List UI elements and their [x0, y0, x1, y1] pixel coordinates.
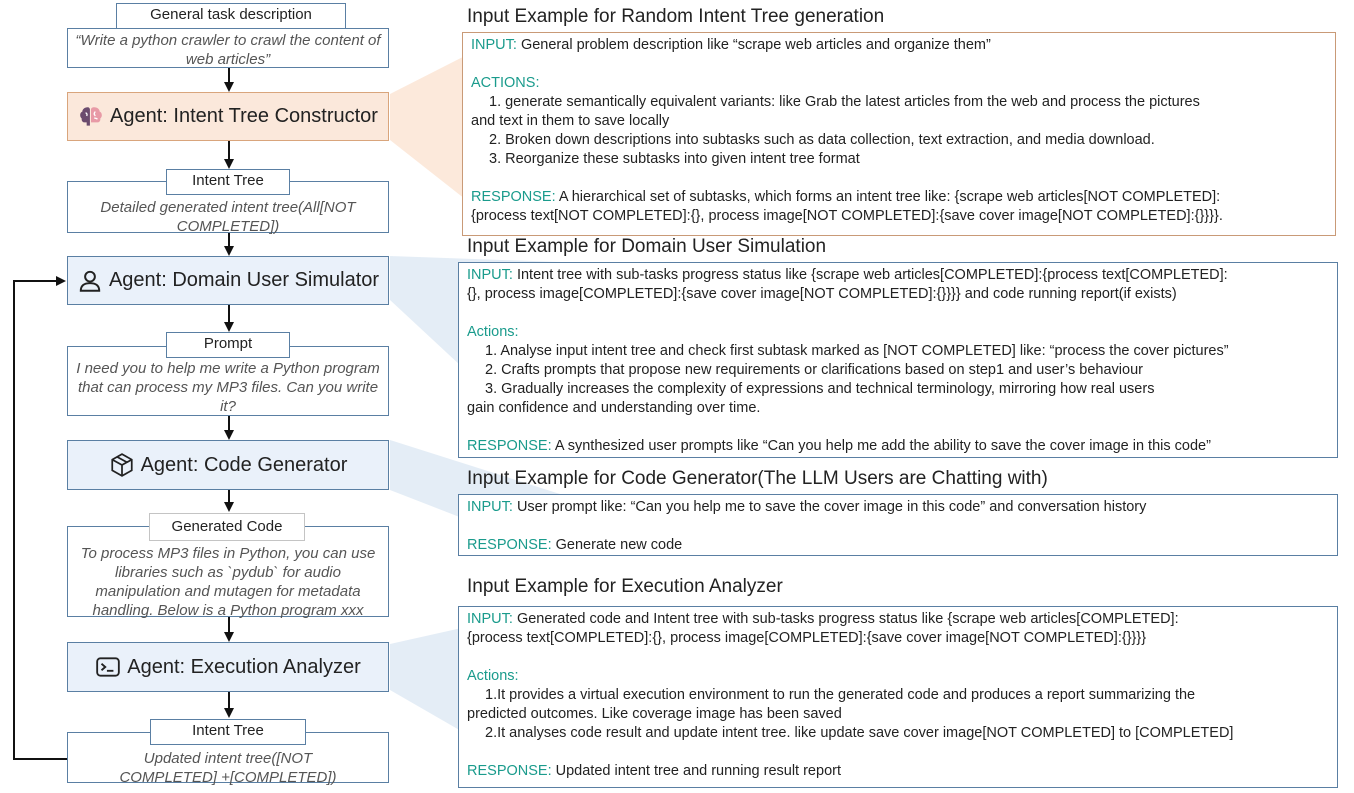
input-keyword: INPUT:: [471, 37, 517, 53]
input-keyword: INPUT:: [467, 499, 513, 515]
action-2: 2. Crafts prompts that propose new requi…: [485, 362, 1143, 378]
response-text: A synthesized user prompts like “Can you…: [551, 438, 1211, 454]
response-keyword: RESPONSE:: [467, 537, 552, 553]
action-3: 3. Gradually increases the complexity of…: [485, 381, 1155, 397]
input-keyword: INPUT:: [467, 267, 513, 283]
domain-user-simulator-label: Agent: Domain User Simulator: [108, 269, 380, 291]
prompt-label: Prompt: [166, 332, 290, 358]
action-1-cont: predicted outcomes. Like coverage image …: [467, 706, 842, 722]
user-icon: [79, 270, 101, 292]
intent-tree-constructor-label: Agent: Intent Tree Constructor: [110, 105, 378, 127]
exec-panel: INPUT: Generated code and Intent tree wi…: [458, 606, 1338, 788]
action-1: 1. Analyse input intent tree and check f…: [485, 343, 1229, 359]
code-gen-panel: INPUT: User prompt like: “Can you help m…: [458, 494, 1338, 556]
action-1-cont: and text in them to save locally: [471, 113, 670, 129]
updated-intent-tree-label: Intent Tree: [150, 719, 306, 745]
response-text-cont: {process text[NOT COMPLETED]:{}, process…: [471, 208, 1223, 224]
input-text: Intent tree with sub-tasks progress stat…: [512, 267, 1228, 283]
task-description-text: “Write a python crawler to crawl the con…: [67, 28, 389, 68]
feedback-loop-arrow: [13, 276, 67, 760]
intent-tree-constructor-agent: Agent: Intent Tree Constructor: [67, 92, 389, 141]
user-sim-panel: INPUT: Intent tree with sub-tasks progre…: [458, 262, 1338, 458]
terminal-icon: [96, 657, 121, 677]
response-keyword: RESPONSE:: [471, 189, 556, 205]
actions-keyword: ACTIONS:: [471, 75, 540, 91]
action-1: 1.It provides a virtual execution enviro…: [485, 687, 1196, 703]
user-sim-title: Input Example for Domain User Simulation: [467, 236, 827, 257]
domain-user-simulator-agent: Agent: Domain User Simulator: [67, 256, 389, 305]
cube-icon: [110, 453, 133, 477]
input-text: User prompt like: “Can you help me to sa…: [512, 499, 1147, 515]
response-keyword: RESPONSE:: [467, 763, 552, 779]
response-text: Updated intent tree and running result r…: [551, 763, 841, 779]
response-text: Generate new code: [551, 537, 683, 553]
execution-analyzer-label: Agent: Execution Analyzer: [127, 655, 361, 678]
code-gen-title: Input Example for Code Generator(The LLM…: [467, 468, 1048, 489]
input-text-cont: {process text[COMPLETED]:{}, process ima…: [467, 630, 1147, 646]
actions-keyword: Actions:: [467, 668, 519, 684]
response-text: A hierarchical set of subtasks, which fo…: [555, 189, 1221, 205]
action-1: 1. generate semantically equivalent vari…: [489, 94, 1200, 110]
random-tree-panel: INPUT: General problem description like …: [462, 32, 1336, 236]
input-text: General problem description like “scrape…: [516, 37, 991, 53]
brain-icon: [80, 106, 102, 126]
input-text-cont: {}, process image[COMPLETED]:{save cover…: [467, 286, 1177, 302]
response-keyword: RESPONSE:: [467, 438, 552, 454]
input-text: Generated code and Intent tree with sub-…: [512, 611, 1179, 627]
action-3-cont: gain confidence and understanding over t…: [467, 400, 761, 416]
random-tree-title: Input Example for Random Intent Tree gen…: [467, 6, 885, 27]
generated-code-label: Generated Code: [149, 513, 305, 541]
intent-tree-label: Intent Tree: [166, 169, 290, 195]
action-2: 2.It analyses code result and update int…: [485, 725, 1234, 741]
action-3: 3. Reorganize these subtasks into given …: [489, 151, 860, 167]
code-generator-agent: Agent: Code Generator: [67, 440, 389, 490]
action-2: 2. Broken down descriptions into subtask…: [489, 132, 1155, 148]
actions-keyword: Actions:: [467, 324, 519, 340]
execution-analyzer-agent: Agent: Execution Analyzer: [67, 642, 389, 692]
code-generator-label: Agent: Code Generator: [140, 453, 348, 476]
input-keyword: INPUT:: [467, 611, 513, 627]
exec-title: Input Example for Execution Analyzer: [467, 576, 783, 597]
task-description-label: General task description: [116, 3, 346, 29]
